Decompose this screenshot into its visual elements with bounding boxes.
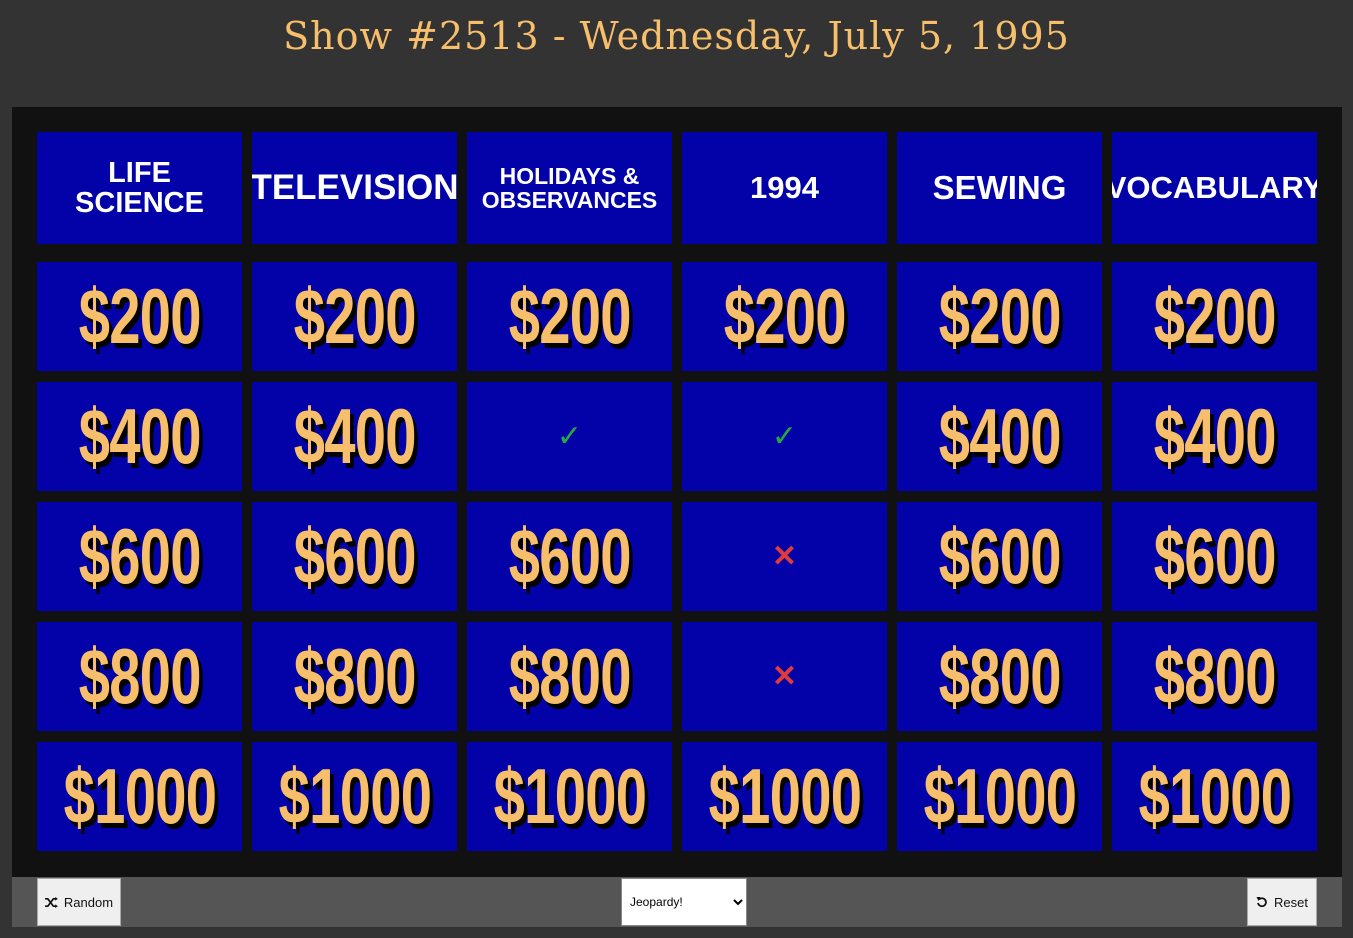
clue-cell[interactable]: $200 bbox=[467, 262, 672, 371]
clue-cell[interactable]: $600 bbox=[252, 502, 457, 611]
clue-value: $800 bbox=[293, 632, 416, 720]
shuffle-icon bbox=[45, 896, 58, 908]
clue-value: $200 bbox=[938, 272, 1061, 360]
game-board: LIFE SCIENCE TELEVISION HOLIDAYS & OBSERVA… bbox=[12, 107, 1342, 877]
clue-value: $1000 bbox=[63, 752, 216, 840]
clue-cell[interactable]: $600 bbox=[1112, 502, 1317, 611]
clue-value: $800 bbox=[78, 632, 201, 720]
control-bar: Random Jeopardy! Reset bbox=[12, 877, 1342, 927]
clue-cell[interactable]: $600 bbox=[897, 502, 1102, 611]
clue-value: $200 bbox=[78, 272, 201, 360]
clue-cell[interactable]: $400 bbox=[252, 382, 457, 491]
clue-cell[interactable]: ✕ bbox=[682, 622, 887, 731]
clue-cell[interactable]: $400 bbox=[37, 382, 242, 491]
clue-cell[interactable]: $400 bbox=[897, 382, 1102, 491]
clue-value: $600 bbox=[508, 512, 631, 600]
clue-cell[interactable]: $1000 bbox=[37, 742, 242, 851]
category-label: TELEVISION bbox=[252, 167, 457, 207]
category-header: SEWING bbox=[897, 132, 1102, 244]
clue-cell[interactable]: $1000 bbox=[1112, 742, 1317, 851]
clue-value: $800 bbox=[1153, 632, 1276, 720]
clue-value: $600 bbox=[293, 512, 416, 600]
clue-value: $200 bbox=[723, 272, 846, 360]
clue-cell[interactable]: ✓ bbox=[682, 382, 887, 491]
clue-value: $1000 bbox=[923, 752, 1076, 840]
category-header: VOCABULARY bbox=[1112, 132, 1317, 244]
category-header: 1994 bbox=[682, 132, 887, 244]
random-button[interactable]: Random bbox=[37, 878, 121, 926]
clue-cell[interactable]: $200 bbox=[252, 262, 457, 371]
clue-value: $1000 bbox=[493, 752, 646, 840]
clue-value: $800 bbox=[938, 632, 1061, 720]
check-icon: ✓ bbox=[771, 420, 798, 453]
reset-button[interactable]: Reset bbox=[1247, 878, 1317, 926]
category-header: TELEVISION bbox=[252, 132, 457, 244]
clue-value: $600 bbox=[938, 512, 1061, 600]
clue-value: $400 bbox=[938, 392, 1061, 480]
clue-cell[interactable]: $200 bbox=[897, 262, 1102, 371]
clue-cell[interactable]: $1000 bbox=[467, 742, 672, 851]
category-label: SEWING bbox=[932, 168, 1067, 206]
clue-value: $600 bbox=[1153, 512, 1276, 600]
clue-value: $1000 bbox=[278, 752, 431, 840]
clue-cell[interactable]: $600 bbox=[37, 502, 242, 611]
category-label: 1994 bbox=[750, 169, 819, 205]
clue-cell[interactable]: ✓ bbox=[467, 382, 672, 491]
clue-value: $200 bbox=[1153, 272, 1276, 360]
category-header: HOLIDAYS & OBSERVANCES bbox=[467, 132, 672, 244]
category-label: VOCABULARY bbox=[1112, 169, 1317, 205]
clue-cell[interactable]: $400 bbox=[1112, 382, 1317, 491]
show-title: Show #2513 - Wednesday, July 5, 1995 bbox=[283, 14, 1070, 58]
clue-cell[interactable]: $600 bbox=[467, 502, 672, 611]
clue-cell[interactable]: $200 bbox=[37, 262, 242, 371]
clue-cell[interactable]: $1000 bbox=[897, 742, 1102, 851]
clue-value: $800 bbox=[508, 632, 631, 720]
clue-cell[interactable]: $800 bbox=[897, 622, 1102, 731]
category-label: LIFE SCIENCE bbox=[75, 156, 204, 219]
clue-cell[interactable]: ✕ bbox=[682, 502, 887, 611]
check-icon: ✓ bbox=[556, 420, 583, 453]
clue-cell[interactable]: $800 bbox=[252, 622, 457, 731]
clue-value: $1000 bbox=[1138, 752, 1291, 840]
undo-icon bbox=[1256, 897, 1267, 908]
clue-value: $400 bbox=[78, 392, 201, 480]
clue-value: $400 bbox=[293, 392, 416, 480]
clue-cell[interactable]: $800 bbox=[37, 622, 242, 731]
x-icon: ✕ bbox=[771, 540, 798, 573]
clue-value: $600 bbox=[78, 512, 201, 600]
clue-value: $200 bbox=[508, 272, 631, 360]
clue-cell[interactable]: $1000 bbox=[252, 742, 457, 851]
clue-value: $200 bbox=[293, 272, 416, 360]
clue-cell[interactable]: $1000 bbox=[682, 742, 887, 851]
round-select[interactable]: Jeopardy! bbox=[621, 878, 747, 926]
category-header: LIFE SCIENCE bbox=[37, 132, 242, 244]
clue-cell[interactable]: $800 bbox=[467, 622, 672, 731]
clue-value: $1000 bbox=[708, 752, 861, 840]
clue-cell[interactable]: $800 bbox=[1112, 622, 1317, 731]
random-label: Random bbox=[63, 894, 114, 910]
clue-cell[interactable]: $200 bbox=[1112, 262, 1317, 371]
reset-label: Reset bbox=[1274, 894, 1308, 910]
category-label: HOLIDAYS & OBSERVANCES bbox=[481, 162, 658, 213]
clue-cell[interactable]: $200 bbox=[682, 262, 887, 371]
x-icon: ✕ bbox=[771, 660, 798, 693]
clue-value: $400 bbox=[1153, 392, 1276, 480]
